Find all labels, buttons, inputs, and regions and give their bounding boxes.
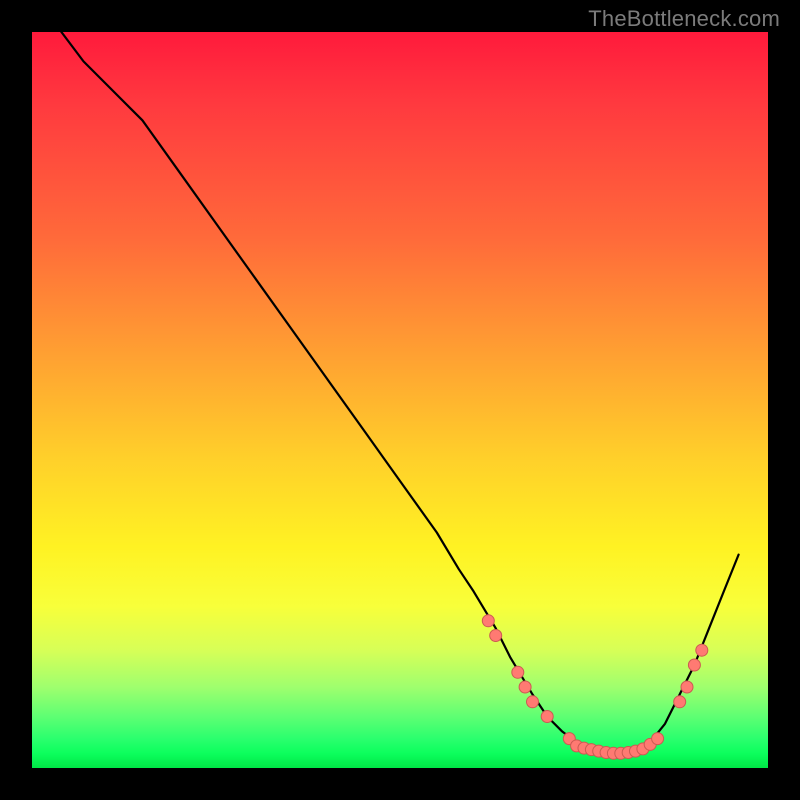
plot-area [32,32,768,768]
curve-marker [527,696,539,708]
bottleneck-curve-svg [32,32,768,768]
curve-marker [696,644,708,656]
curve-marker [519,681,531,693]
curve-marker [482,615,494,627]
curve-marker [688,659,700,671]
curve-marker [512,666,524,678]
bottleneck-markers [482,615,708,760]
curve-marker [490,630,502,642]
bottleneck-curve [61,32,738,753]
chart-frame: TheBottleneck.com [0,0,800,800]
curve-marker [681,681,693,693]
curve-marker [652,733,664,745]
curve-marker [674,696,686,708]
curve-marker [541,711,553,723]
watermark-text: TheBottleneck.com [588,6,780,32]
